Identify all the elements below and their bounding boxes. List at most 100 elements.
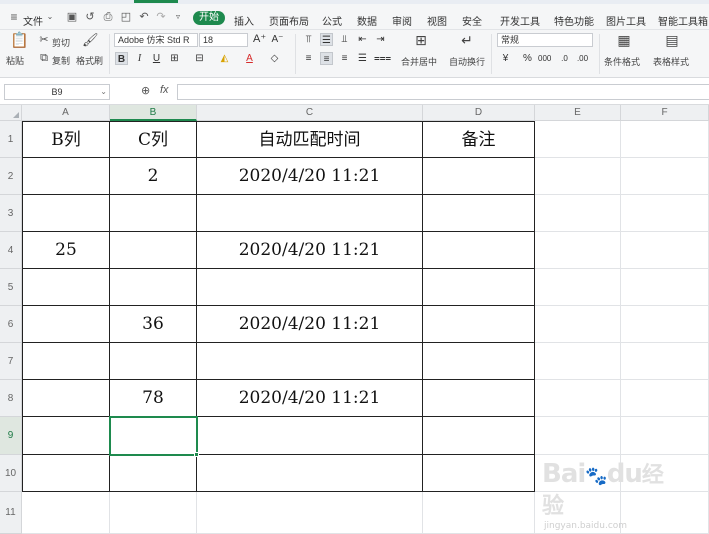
cell-a5[interactable] <box>22 269 110 306</box>
fx-icon[interactable]: fx <box>160 84 169 96</box>
cell-b7[interactable] <box>110 343 197 380</box>
tab-data[interactable]: 数据 <box>357 13 377 28</box>
cell-c6[interactable]: 2020/4/20 11:21 <box>197 306 423 343</box>
cell-d6[interactable] <box>423 306 535 343</box>
formula-input[interactable] <box>177 84 709 100</box>
column-header-b[interactable]: B <box>110 105 197 121</box>
cell-d7[interactable] <box>423 343 535 380</box>
zoom-icon[interactable]: ⊕ <box>141 84 150 97</box>
cell-e3[interactable] <box>535 195 621 232</box>
increase-decimal-icon[interactable]: .0 <box>558 52 571 65</box>
cell-style-icon[interactable]: ⊟ <box>193 52 206 65</box>
tab-special-features[interactable]: 特色功能 <box>554 13 594 28</box>
tab-smart-toolbox[interactable]: 智能工具箱 <box>658 13 708 28</box>
tab-page-layout[interactable]: 页面布局 <box>269 13 309 28</box>
cell-a11[interactable] <box>22 492 110 534</box>
cell-d11[interactable] <box>423 492 535 534</box>
cell-e6[interactable] <box>535 306 621 343</box>
tab-picture-tools[interactable]: 图片工具 <box>606 13 646 28</box>
format-painter-button[interactable]: 格式刷 <box>76 54 103 67</box>
cell-a8[interactable] <box>22 380 110 417</box>
italic-button[interactable]: I <box>133 52 146 65</box>
cell-e7[interactable] <box>535 343 621 380</box>
align-top-icon[interactable]: ⫪ <box>302 33 315 46</box>
align-bottom-icon[interactable]: ⫫ <box>338 33 351 46</box>
conditional-format-icon[interactable]: ▦ <box>616 33 632 50</box>
row-header-1[interactable]: 1 <box>0 121 22 158</box>
cell-d2[interactable] <box>423 158 535 195</box>
fill-color-icon[interactable]: ◭ <box>218 52 231 65</box>
hamburger-menu-icon[interactable]: ≡ <box>8 11 20 23</box>
cell-e1[interactable] <box>535 121 621 158</box>
borders-icon[interactable]: ⊞ <box>168 52 181 65</box>
column-header-d[interactable]: D <box>423 105 535 121</box>
align-right-icon[interactable]: ≡ <box>338 52 351 65</box>
number-format-select[interactable]: 常规 <box>497 33 593 47</box>
align-left-icon[interactable]: ≡ <box>302 52 315 65</box>
cell-b6[interactable]: 36 <box>110 306 197 343</box>
save-icon[interactable]: ▣ <box>66 11 78 23</box>
paste-icon[interactable]: 📋 <box>10 33 29 51</box>
cell-f4[interactable] <box>621 232 709 269</box>
row-header-4[interactable]: 4 <box>0 232 22 269</box>
cell-c11[interactable] <box>197 492 423 534</box>
cell-d5[interactable] <box>423 269 535 306</box>
cell-f7[interactable] <box>621 343 709 380</box>
font-color-icon[interactable]: A <box>243 52 256 65</box>
row-header-3[interactable]: 3 <box>0 195 22 232</box>
copy-icon[interactable]: ⧉ <box>38 52 50 64</box>
cell-a7[interactable] <box>22 343 110 380</box>
tab-developer[interactable]: 开发工具 <box>500 13 540 28</box>
cell-a6[interactable] <box>22 306 110 343</box>
currency-icon[interactable]: ¥ <box>499 52 512 65</box>
cell-f3[interactable] <box>621 195 709 232</box>
cell-e8[interactable] <box>535 380 621 417</box>
cell-f8[interactable] <box>621 380 709 417</box>
cell-c7[interactable] <box>197 343 423 380</box>
tab-start[interactable]: 开始 <box>193 11 225 25</box>
tab-formulas[interactable]: 公式 <box>322 13 342 28</box>
tab-view[interactable]: 视图 <box>427 13 447 28</box>
chevron-down-icon[interactable]: ⌄ <box>100 85 107 99</box>
scissors-icon[interactable]: ✂ <box>38 34 50 46</box>
clear-format-icon[interactable]: ◇ <box>268 52 281 65</box>
cell-d4[interactable] <box>423 232 535 269</box>
format-painter-icon[interactable]: 🖌 <box>82 33 99 48</box>
cell-b10[interactable] <box>110 455 197 492</box>
undo-history-icon[interactable]: ↺ <box>84 11 96 23</box>
cell-f2[interactable] <box>621 158 709 195</box>
customize-toolbar-icon[interactable]: ▿ <box>172 11 184 23</box>
paste-button[interactable]: 粘贴 <box>6 54 24 67</box>
cell-b5[interactable] <box>110 269 197 306</box>
font-name-select[interactable]: Adobe 仿宋 Std R <box>114 33 198 47</box>
cell-d1[interactable]: 备注 <box>423 121 535 158</box>
cell-a4[interactable]: 25 <box>22 232 110 269</box>
column-header-c[interactable]: C <box>197 105 423 121</box>
menu-file[interactable]: 文件 <box>23 13 43 28</box>
row-header-5[interactable]: 5 <box>0 269 22 306</box>
cell-b4[interactable] <box>110 232 197 269</box>
row-header-10[interactable]: 10 <box>0 455 22 492</box>
cut-button[interactable]: 剪切 <box>52 36 70 49</box>
cell-c5[interactable] <box>197 269 423 306</box>
indent-decrease-icon[interactable]: ⇤ <box>356 33 369 46</box>
redo-icon[interactable]: ↷ <box>155 11 167 23</box>
cell-b9[interactable] <box>110 417 197 455</box>
cell-b11[interactable] <box>110 492 197 534</box>
underline-button[interactable]: U <box>150 52 163 65</box>
row-header-2[interactable]: 2 <box>0 158 22 195</box>
indent-increase-icon[interactable]: ⇥ <box>374 33 387 46</box>
font-size-select[interactable]: 18 <box>199 33 248 47</box>
cell-c10[interactable] <box>197 455 423 492</box>
conditional-format-button[interactable]: 条件格式 <box>604 55 640 68</box>
increase-font-icon[interactable]: A⁺ <box>253 33 266 46</box>
cell-f9[interactable] <box>621 417 709 455</box>
print-icon[interactable]: ⎙ <box>102 11 114 23</box>
row-header-7[interactable]: 7 <box>0 343 22 380</box>
thousands-icon[interactable]: 000 <box>538 52 551 65</box>
row-header-9[interactable]: 9 <box>0 417 22 455</box>
cell-b3[interactable] <box>110 195 197 232</box>
align-middle-icon[interactable]: ☰ <box>320 33 333 46</box>
select-all-corner[interactable] <box>0 105 22 121</box>
cell-c4[interactable]: 2020/4/20 11:21 <box>197 232 423 269</box>
